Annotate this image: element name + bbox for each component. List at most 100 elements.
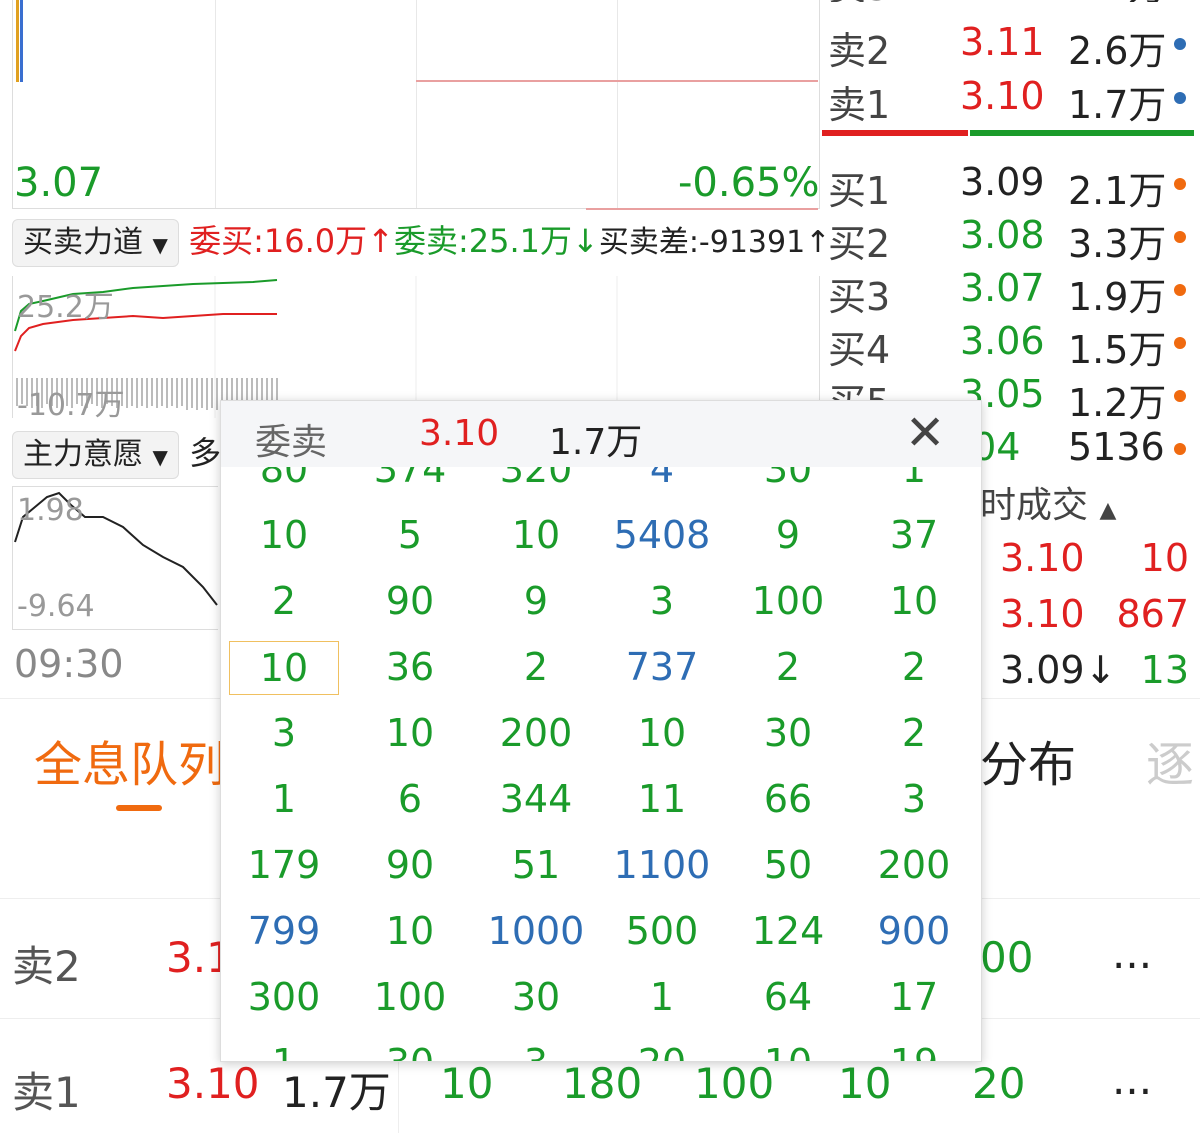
ask-row-1[interactable]: 卖1 3.10 1.7万 [828,74,1198,127]
queue-order-cell[interactable]: 124 [725,905,851,957]
bid-dot-icon [1174,337,1186,349]
order-queue-popup[interactable]: 委卖 3.10 1.7万 ✕ 80 374 320 4 30 1 10 5 10 5408 9 37 2… [220,400,982,1062]
queue-order-cell[interactable]: 10 [229,641,339,695]
queue-order-cell[interactable]: 5408 [599,509,725,561]
queue-order-cell[interactable]: 2 [851,707,977,759]
bid-vol: 2.1万 [1068,169,1167,213]
bid-price: 3.08 [960,213,1045,257]
indicator1-select[interactable]: 买卖力道 ▼ [12,219,179,267]
queue-order-cell[interactable]: 3 [473,1037,599,1061]
queue-order-cell[interactable]: 51 [473,839,599,891]
queue-order-cell[interactable]: 10 [599,707,725,759]
bid-label: 买4 [828,328,891,372]
queue-order-cell[interactable]: 90 [347,575,473,627]
chart-gridline [215,0,216,208]
queue-order-cell[interactable]: 300 [221,971,347,1023]
bid-vol: 1.9万 [1068,275,1167,319]
popup-grid[interactable]: 80 374 320 4 30 1 10 5 10 5408 9 37 2 90 9 3 100 10 10 36 2 7… [221,467,981,1061]
queue-order-cell[interactable]: 2 [221,575,347,627]
queue-order-cell[interactable]: 10 [347,707,473,759]
queue-order-cell[interactable]: 5 [347,509,473,561]
queue-order-cell[interactable]: 11 [599,773,725,825]
queue-order-cell[interactable]: 100 [347,971,473,1023]
indicator1-buy: 委买:16.0万↑ [189,222,394,260]
more-icon[interactable]: ... [1112,929,1152,978]
queue-order-cell[interactable]: 10 [473,509,599,561]
ask-row-2[interactable]: 卖2 3.11 2.6万 [828,20,1198,73]
queue-order-cell[interactable]: 2 [473,641,599,693]
queue-order-cell[interactable]: 799 [221,905,347,957]
queue-order-cell[interactable]: 200 [473,707,599,759]
trade-price: 3.10 [1000,536,1085,580]
queue-order-cell[interactable]: 900 [851,905,977,957]
queue-order-cell[interactable]: 3 [599,575,725,627]
queue-order-cell[interactable]: 344 [473,773,599,825]
queue-order-cell[interactable]: 100 [725,575,851,627]
trades-header[interactable]: 时成交 ▲ [980,476,1116,528]
more-icon[interactable]: ... [1112,1055,1152,1104]
queue-order-cell[interactable]: 2 [725,641,851,693]
queue-order-cell[interactable]: 30 [725,467,851,495]
indicator2-y-bottom: -9.64 [17,589,95,624]
queue-order-cell[interactable]: 17 [851,971,977,1023]
queue-order-cell[interactable]: 10 [725,1037,851,1061]
queue-order-cell[interactable]: 2 [851,641,977,693]
queue-order-cell[interactable]: 4 [599,467,725,495]
prev-close-line [416,80,818,82]
trade-vol: 867 [1116,592,1189,636]
trade-row: 3.10 10 [980,536,1195,592]
queue-order-cell[interactable]: 10 [221,509,347,561]
queue-order-cell[interactable]: 1 [221,773,347,825]
queue-order-cell[interactable]: 6 [347,773,473,825]
tab-queue[interactable]: 全息队列 [34,725,226,795]
queue-order-cell[interactable]: 200 [851,839,977,891]
queue-cell: 100 [694,1059,775,1108]
tab-next[interactable]: 逐 [1146,725,1194,795]
queue-order-cell[interactable]: 80 [221,467,347,495]
queue-order-cell[interactable]: 66 [725,773,851,825]
queue-order-cell[interactable]: 30 [725,707,851,759]
queue-order-cell[interactable]: 90 [347,839,473,891]
indicator1-chart[interactable]: 25.2万 -10.7万 [12,276,820,423]
bid-price: 3.06 [960,319,1045,363]
queue-order-cell[interactable]: 64 [725,971,851,1023]
queue-order-cell[interactable]: 3 [851,773,977,825]
queue-order-cell[interactable]: 10 [347,905,473,957]
queue-order-cell[interactable]: 320 [473,467,599,495]
queue-order-cell[interactable]: 1 [221,1037,347,1061]
indicator2-select[interactable]: 主力意愿 ▼ [12,431,179,479]
queue-order-cell[interactable]: 1100 [599,839,725,891]
queue-order-cell[interactable]: 30 [347,1037,473,1061]
queue-order-cell[interactable]: 36 [347,641,473,693]
ask-price: 3.11 [960,20,1045,64]
queue-order-cell[interactable]: 374 [347,467,473,495]
trade-vol: 13 [1140,648,1189,692]
bid-row-1[interactable]: 买1 3.09 2.1万 [828,160,1198,213]
queue-order-cell[interactable]: 20 [599,1037,725,1061]
queue-order-cell[interactable]: 10 [851,575,977,627]
queue-order-cell[interactable]: 9 [473,575,599,627]
queue-order-cell[interactable]: 30 [473,971,599,1023]
queue-order-cell[interactable]: 50 [725,839,851,891]
queue-order-cell[interactable]: 19 [851,1037,977,1061]
queue-order-cell[interactable]: 737 [599,641,725,693]
bid-vol: 3.3万 [1068,222,1167,266]
queue-order-cell[interactable]: 1 [851,467,977,495]
queue-order-cell[interactable]: 9 [725,509,851,561]
queue-order-cell[interactable]: 37 [851,509,977,561]
indicator1-y-bottom: -10.7万 [17,388,125,423]
queue-order-cell[interactable]: 179 [221,839,347,891]
tab-distribution[interactable]: 分布 [980,725,1076,795]
bid-dot-icon [1174,231,1186,243]
bid-row-3[interactable]: 买3 3.07 1.9万 [828,266,1198,319]
bid-row-2[interactable]: 买2 3.08 3.3万 [828,213,1198,266]
queue-order-cell[interactable]: 1000 [473,905,599,957]
indicator2-chart[interactable]: 1.98 -9.64 [12,486,218,630]
trades-title: 时成交 [980,485,1089,526]
bid-row-4[interactable]: 买4 3.06 1.5万 [828,319,1198,372]
queue-order-cell[interactable]: 1 [599,971,725,1023]
queue-order-cell[interactable]: 500 [599,905,725,957]
trade-row: 3.09↓ 13 [980,648,1195,704]
queue-order-cell[interactable]: 3 [221,707,347,759]
close-icon[interactable]: ✕ [905,405,945,461]
